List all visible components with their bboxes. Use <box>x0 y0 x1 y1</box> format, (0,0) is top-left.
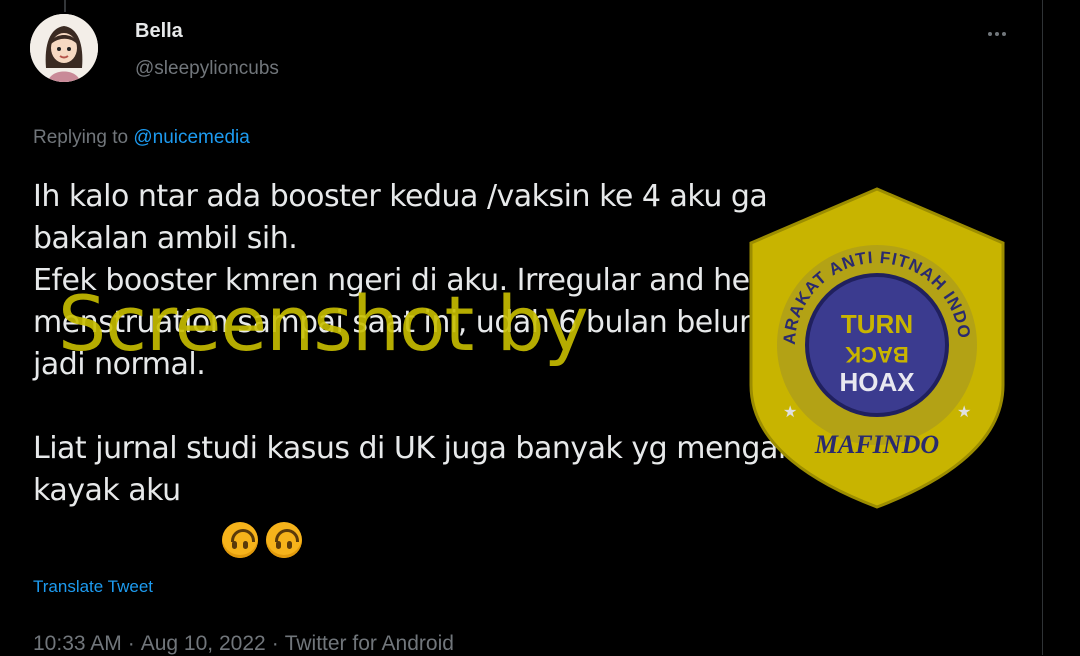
tweet-time[interactable]: 10:33 AM <box>33 632 122 655</box>
badge-line3: HOAX <box>839 367 915 397</box>
badge-org: MAFINDO <box>814 430 939 459</box>
watermark-text: Screenshot by <box>58 279 589 368</box>
replying-to: Replying to @nuicemedia <box>33 127 250 149</box>
replying-prefix: Replying to <box>33 127 134 148</box>
tweet-source: Twitter for Android <box>284 632 454 655</box>
upside-down-face-icon <box>266 522 302 558</box>
avatar[interactable] <box>30 14 98 82</box>
author-handle[interactable]: @sleepylioncubs <box>135 58 279 80</box>
tweet-date[interactable]: Aug 10, 2022 <box>141 632 266 655</box>
author-name[interactable]: Bella <box>135 20 183 43</box>
upside-down-face-icon <box>222 522 258 558</box>
reply-mention-link[interactable]: @nuicemedia <box>133 127 249 148</box>
mafindo-badge: MASYARAKAT ANTI FITNAH INDONESIA TURN BA… <box>745 185 1005 509</box>
thread-line <box>64 0 66 12</box>
more-horizontal-icon[interactable] <box>980 20 1014 48</box>
svg-text:★: ★ <box>957 402 971 421</box>
tweet-meta: 10:33 AM · Aug 10, 2022 · Twitter for Androi… <box>33 632 454 655</box>
translate-tweet-link[interactable]: Translate Tweet <box>33 577 153 597</box>
svg-text:★: ★ <box>783 402 797 421</box>
emoji-row <box>222 522 302 558</box>
badge-line1: TURN <box>841 309 913 339</box>
badge-line2: BACK <box>845 342 909 367</box>
